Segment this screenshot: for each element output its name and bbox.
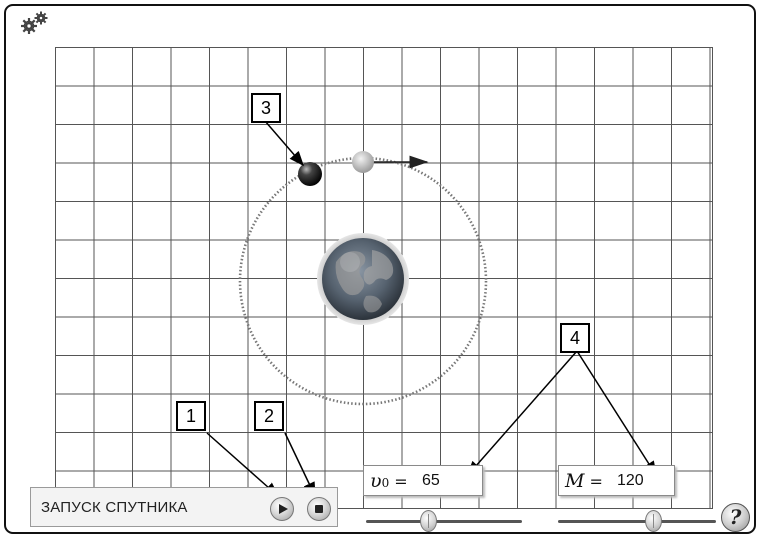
launch-label: ЗАПУСК СПУТНИКА (41, 499, 188, 516)
velocity-symbol: υ0 = (370, 470, 408, 492)
stop-icon (315, 505, 323, 513)
mass-symbol: M = (565, 470, 603, 492)
help-button[interactable]: ? (721, 503, 750, 532)
stop-button[interactable] (307, 497, 331, 521)
callout-3-arrow (264, 120, 304, 167)
mass-readout: M = 120 (558, 465, 675, 496)
callout-1: 1 (176, 401, 206, 431)
launch-panel: ЗАПУСК СПУТНИКА (30, 487, 338, 527)
callout-4-arrow-left (467, 350, 578, 477)
mass-value: 120 (617, 472, 644, 489)
satellite-start-icon (352, 151, 374, 173)
earth-icon (317, 233, 409, 325)
callout-3: 3 (251, 93, 281, 123)
mass-slider-thumb[interactable] (644, 510, 662, 532)
orbit-scene (206, 120, 657, 498)
callout-4-arrow-right (576, 350, 657, 477)
satellite-icon (298, 162, 322, 186)
callout-2: 2 (254, 401, 284, 431)
callout-4: 4 (560, 323, 590, 353)
velocity-readout: υ0 = 65 (363, 465, 483, 496)
mass-slider-track[interactable] (558, 520, 716, 523)
play-button[interactable] (270, 497, 294, 521)
play-icon (279, 504, 288, 514)
velocity-slider-track[interactable] (366, 520, 522, 523)
velocity-value: 65 (422, 472, 440, 489)
